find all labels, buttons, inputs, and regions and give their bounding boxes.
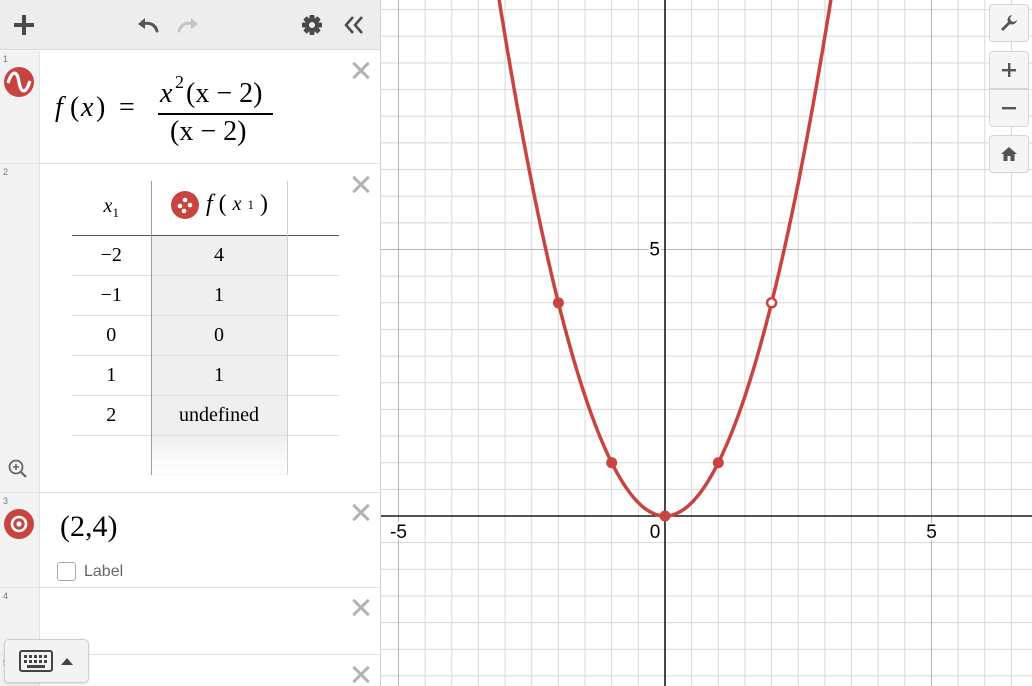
table-cell-y: 1 — [151, 355, 288, 395]
table-point[interactable] — [659, 510, 671, 522]
numerator-rest: (x − 2) — [186, 78, 263, 109]
delete-expression-button[interactable] — [349, 662, 373, 686]
label-checkbox[interactable] — [57, 562, 76, 581]
zoom-out-button[interactable] — [989, 89, 1029, 127]
header-x-sub: 1 — [112, 204, 119, 220]
table-cell-y: undefined — [151, 395, 288, 435]
expression-panel: 1 f ( x ) = x 2 (x − 2) (x − 2) 2 x1 f (… — [0, 0, 381, 686]
delete-expression-button[interactable] — [349, 58, 373, 82]
x-tick-label: 5 — [926, 522, 937, 543]
app-root: 1 f ( x ) = x 2 (x − 2) (x − 2) 2 x1 f (… — [0, 0, 1032, 686]
expression-item-function[interactable]: 1 f ( x ) = x 2 (x − 2) (x − 2) — [0, 51, 380, 164]
table-cell-x[interactable]: 1 — [72, 355, 152, 395]
data-table: x1 f(x 1) −2 4 −1 1 0 0 1 1 2 undefined — [72, 181, 339, 475]
graph-paper[interactable]: -5 0 5 5 — [381, 0, 1032, 686]
y-tick-label: 5 — [649, 240, 660, 261]
add-item-button[interactable] — [8, 9, 40, 41]
header-fn-sub: 1 — [247, 196, 255, 212]
table-row: −2 4 — [72, 235, 339, 275]
delete-expression-button[interactable] — [349, 595, 373, 619]
table-header-fx[interactable]: f(x 1) — [151, 181, 288, 235]
expression-item-point[interactable]: 3 (2,4) Label — [0, 493, 380, 588]
zoom-in-icon[interactable] — [7, 458, 29, 480]
graph-canvas[interactable]: -5 0 5 5 — [381, 0, 1032, 686]
redo-icon — [177, 18, 198, 33]
x-tick-label: -5 — [390, 522, 407, 543]
table-row: 00 — [72, 315, 339, 355]
table-cell-y: 0 — [151, 315, 288, 355]
table-cell-x-empty[interactable] — [72, 435, 152, 475]
expression-gutter: 2 — [0, 164, 40, 492]
default-viewport-button[interactable] — [989, 135, 1029, 173]
table-cell-x[interactable]: −1 — [72, 275, 152, 315]
table-point[interactable] — [552, 297, 564, 309]
function-variable: x — [81, 92, 94, 123]
open-point-hole[interactable] — [765, 297, 778, 309]
double-chevron-left-icon — [344, 16, 363, 34]
function-formula[interactable]: f ( x ) = x 2 (x − 2) (x − 2) — [55, 72, 315, 148]
expression-gutter: 1 — [0, 51, 40, 163]
table-row: 11 — [72, 355, 339, 395]
settings-button[interactable] — [296, 9, 328, 41]
plus-icon — [1002, 63, 1016, 77]
denominator: (x − 2) — [170, 116, 247, 147]
function-name: f — [55, 92, 63, 123]
label-checkbox-text: Label — [84, 563, 124, 580]
points-icon[interactable] — [170, 190, 200, 220]
plus-icon — [14, 15, 34, 35]
numerator-variable: x — [160, 78, 173, 109]
expression-toolbar — [0, 0, 380, 50]
table-point[interactable] — [606, 457, 618, 469]
table-header-row: x1 f(x 1) — [72, 181, 339, 235]
expression-index: 2 — [3, 167, 9, 177]
minus-icon — [1002, 107, 1016, 110]
delete-expression-button[interactable] — [349, 172, 373, 196]
equals-sign: = — [119, 92, 135, 123]
undo-button[interactable] — [132, 9, 164, 41]
table-point[interactable] — [712, 457, 724, 469]
header-fn-var: x — [232, 193, 242, 216]
x-tick-label: 0 — [650, 522, 661, 543]
wave-icon[interactable] — [3, 66, 35, 98]
table-cell-x[interactable]: 2 — [72, 395, 152, 435]
point-expression[interactable]: (2,4) — [60, 510, 117, 544]
keyboard-toggle-button[interactable] — [4, 639, 89, 683]
expression-index: 1 — [3, 54, 9, 64]
caret-up-icon — [61, 658, 73, 665]
point-target-icon[interactable] — [3, 508, 35, 540]
fraction-bar — [158, 113, 273, 115]
collapse-panel-button[interactable] — [338, 9, 370, 41]
table-row-empty — [72, 435, 339, 475]
delete-expression-button[interactable] — [349, 500, 373, 524]
header-fn-name: f — [205, 191, 213, 218]
table-cell-y: 1 — [151, 275, 288, 315]
undo-icon — [138, 18, 159, 33]
zoom-in-button[interactable] — [989, 51, 1029, 89]
table-cell-x[interactable]: −2 — [72, 235, 152, 275]
table-header-x[interactable]: x1 — [72, 181, 152, 235]
expression-gutter: 3 — [0, 493, 40, 587]
graph-settings-button[interactable] — [989, 4, 1029, 42]
expression-item-table[interactable]: 2 x1 f (x 1) −2 4 −1 1 0 0 1 1 2 undef… — [0, 164, 380, 493]
gear-icon — [302, 15, 322, 35]
table-cell-y: 4 — [151, 235, 288, 275]
paren-close: ) — [96, 92, 106, 123]
table-cell-x[interactable]: 0 — [72, 315, 152, 355]
home-icon — [1001, 147, 1017, 161]
wrench-icon — [1001, 15, 1017, 31]
keyboard-icon — [19, 650, 53, 672]
table-row: −1 1 — [72, 275, 339, 315]
expression-index: 4 — [3, 591, 9, 601]
numerator-exponent: 2 — [175, 72, 184, 92]
table-row: 2 undefined — [72, 395, 339, 435]
expression-index: 3 — [3, 496, 9, 506]
redo-button[interactable] — [172, 9, 204, 41]
paren-open: ( — [70, 92, 80, 123]
